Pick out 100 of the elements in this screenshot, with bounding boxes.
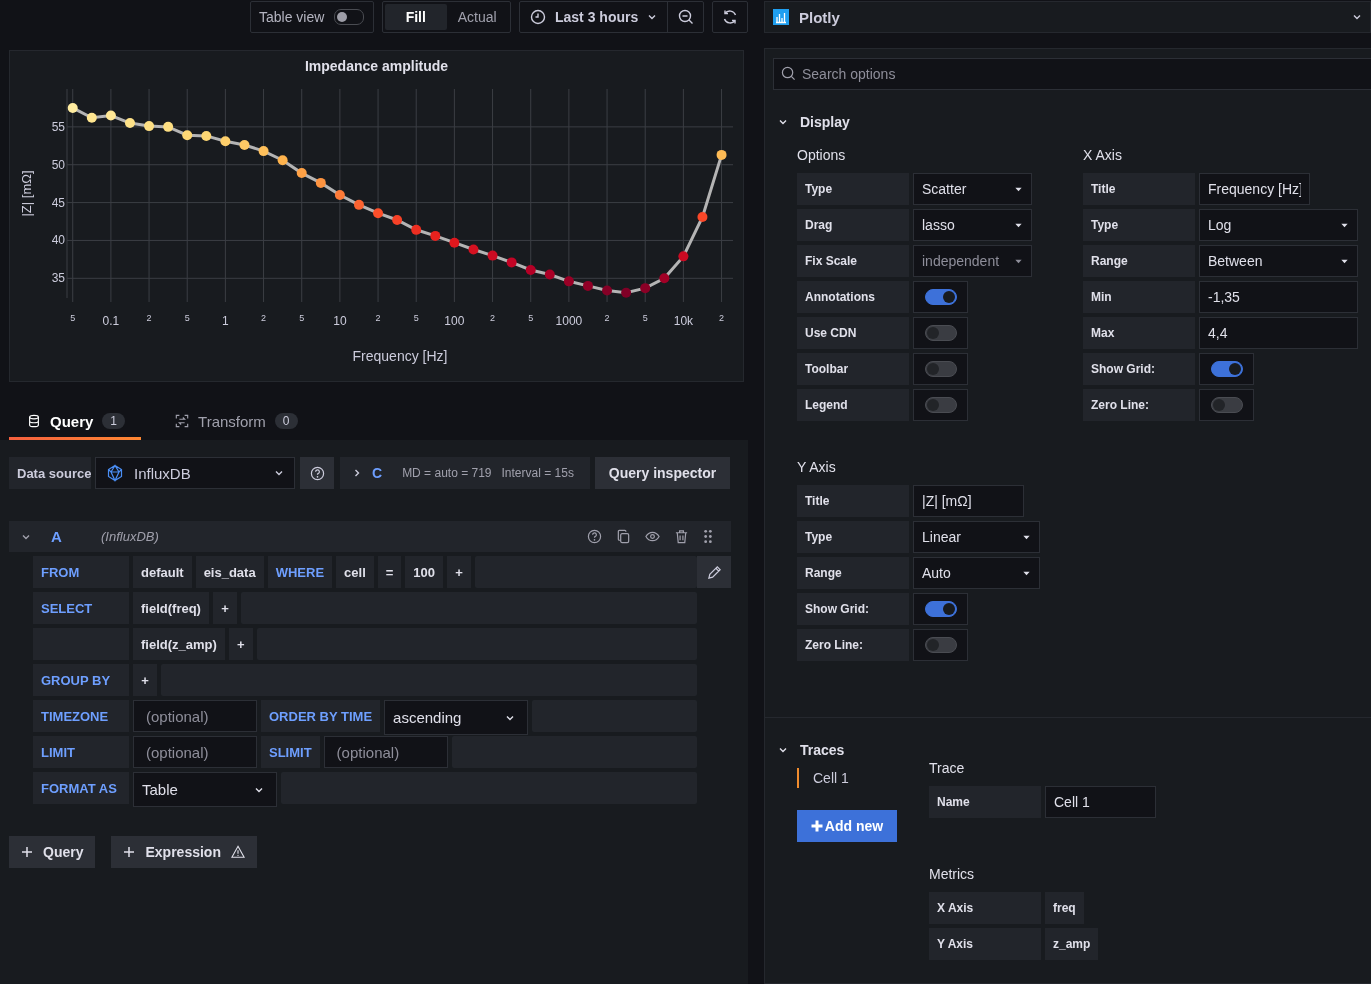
x-tick-label: 10k bbox=[673, 314, 694, 328]
add-button[interactable]: Expression bbox=[111, 836, 257, 868]
toggle-switch[interactable] bbox=[913, 389, 968, 421]
select-dropdown[interactable]: Log bbox=[1199, 209, 1358, 241]
data-point bbox=[353, 199, 364, 210]
data-source-select[interactable]: InfluxDB bbox=[95, 457, 295, 489]
select-dropdown[interactable]: lasso bbox=[913, 209, 1032, 241]
toggle-switch[interactable] bbox=[913, 281, 968, 313]
add-segment-button[interactable]: + bbox=[447, 556, 472, 588]
x-tick-label: 2 bbox=[146, 313, 152, 323]
number-field[interactable]: 4,4 bbox=[1199, 317, 1358, 349]
select-dropdown[interactable]: Auto bbox=[913, 557, 1040, 589]
trace-item[interactable]: Cell 1 bbox=[797, 768, 849, 788]
data-point bbox=[239, 140, 250, 151]
data-point bbox=[525, 265, 536, 275]
query-segment[interactable]: default bbox=[133, 556, 192, 588]
x-tick-label: 0.1 bbox=[102, 314, 120, 328]
data-point bbox=[582, 280, 593, 291]
query-keyword[interactable]: ORDER BY TIME bbox=[261, 700, 381, 732]
query-keyword[interactable]: TIMEZONE bbox=[33, 700, 129, 732]
field-label: Show Grid: bbox=[1083, 353, 1195, 385]
data-point bbox=[86, 112, 97, 123]
toggle-switch[interactable] bbox=[1199, 353, 1254, 385]
y-tick-label: 50 bbox=[51, 157, 65, 172]
group-title: Trace bbox=[929, 760, 966, 777]
warning-icon bbox=[230, 845, 245, 859]
field-label: Zero Line: bbox=[1083, 389, 1195, 421]
x-tick-label: 2 bbox=[375, 313, 381, 323]
query-keyword[interactable]: FORMAT AS bbox=[33, 772, 129, 804]
edit-button[interactable] bbox=[697, 556, 731, 588]
help-button[interactable] bbox=[300, 457, 334, 489]
x-tick-label: 2 bbox=[719, 313, 725, 323]
help-icon bbox=[309, 465, 325, 481]
query-segment[interactable]: eis_data bbox=[195, 556, 264, 588]
toggle-switch[interactable] bbox=[913, 353, 968, 385]
toggle-switch[interactable] bbox=[1199, 389, 1254, 421]
chevron-down-icon bbox=[274, 468, 284, 478]
chevron-down-icon bbox=[1352, 12, 1362, 22]
help-icon bbox=[587, 529, 602, 544]
add-segment-button[interactable]: + bbox=[133, 664, 157, 696]
data-point bbox=[659, 273, 670, 284]
text-field[interactable]: |Z| [mΩ] bbox=[913, 485, 1024, 517]
field-label: Fix Scale bbox=[797, 245, 909, 277]
data-point bbox=[468, 244, 479, 255]
view-mode-tab[interactable]: Actual bbox=[446, 4, 508, 30]
select-dropdown[interactable]: Linear bbox=[913, 521, 1040, 553]
table-view-toggle[interactable]: Table view bbox=[250, 1, 374, 33]
query-keyword[interactable]: WHERE bbox=[267, 556, 333, 588]
x-tick-label: 5 bbox=[413, 313, 419, 323]
query-options-toggle[interactable]: C MD = auto = 719 Interval = 15s bbox=[340, 457, 590, 489]
query-keyword[interactable]: SELECT bbox=[33, 592, 129, 624]
select-dropdown[interactable]: Table bbox=[133, 772, 277, 807]
field-label: Name bbox=[929, 786, 1041, 818]
add-new-button[interactable]: Add new bbox=[797, 810, 897, 842]
query-segment[interactable]: cell bbox=[336, 556, 374, 588]
metric-select[interactable]: z_amp bbox=[1045, 928, 1099, 960]
section-header[interactable]: Display bbox=[773, 112, 850, 132]
field-label: Annotations bbox=[797, 281, 909, 313]
visualization-picker[interactable]: Plotly bbox=[764, 1, 1371, 33]
query-segment[interactable]: 100 bbox=[405, 556, 444, 588]
query-tab[interactable]: Transform 0 bbox=[157, 405, 314, 440]
query-input[interactable]: (optional) bbox=[133, 700, 257, 732]
data-point bbox=[544, 269, 555, 280]
query-segment[interactable]: = bbox=[377, 556, 402, 588]
toggle-switch[interactable] bbox=[913, 317, 968, 349]
search-field[interactable]: Search options bbox=[773, 58, 1371, 90]
trash-icon bbox=[674, 529, 689, 544]
y-axis-title: |Z| [mΩ] bbox=[19, 170, 34, 217]
select-dropdown[interactable]: ascending bbox=[384, 700, 529, 735]
y-tick-label: 35 bbox=[51, 271, 65, 286]
toggle-switch[interactable] bbox=[913, 593, 968, 625]
query-letter: A bbox=[51, 528, 63, 545]
query-segment[interactable]: field(freq) bbox=[133, 592, 209, 624]
query-input[interactable]: (optional) bbox=[133, 736, 257, 768]
text-field[interactable]: Cell 1 bbox=[1045, 786, 1156, 818]
eye-icon bbox=[645, 529, 660, 544]
x-tick-label: 5 bbox=[299, 313, 305, 323]
select-dropdown[interactable]: Between bbox=[1199, 245, 1358, 277]
query-keyword[interactable]: LIMIT bbox=[33, 736, 129, 768]
data-point bbox=[201, 130, 212, 141]
x-tick-label: 100 bbox=[444, 314, 465, 328]
add-segment-button[interactable]: + bbox=[212, 592, 237, 624]
refresh-button[interactable] bbox=[712, 1, 748, 33]
select-dropdown[interactable]: Scatter bbox=[913, 173, 1032, 205]
query-keyword[interactable]: FROM bbox=[33, 556, 129, 588]
section-header[interactable]: Traces bbox=[773, 740, 845, 760]
query-inspector-button[interactable]: Query inspector bbox=[595, 457, 730, 489]
metric-select[interactable]: freq bbox=[1045, 892, 1084, 924]
add-button[interactable]: Query bbox=[9, 836, 96, 868]
toggle-switch[interactable] bbox=[913, 629, 968, 661]
query-keyword[interactable]: SLIMIT bbox=[261, 736, 320, 768]
number-field[interactable]: -1,35 bbox=[1199, 281, 1358, 313]
field-label: Title bbox=[797, 485, 909, 517]
add-segment-button[interactable]: + bbox=[228, 628, 253, 660]
data-point bbox=[602, 285, 613, 296]
query-segment[interactable]: field(z_amp) bbox=[133, 628, 225, 660]
query-keyword[interactable]: GROUP BY bbox=[33, 664, 129, 696]
query-input[interactable]: (optional) bbox=[323, 736, 448, 768]
view-mode-tab[interactable]: Fill bbox=[385, 4, 447, 30]
data-point bbox=[716, 149, 727, 160]
